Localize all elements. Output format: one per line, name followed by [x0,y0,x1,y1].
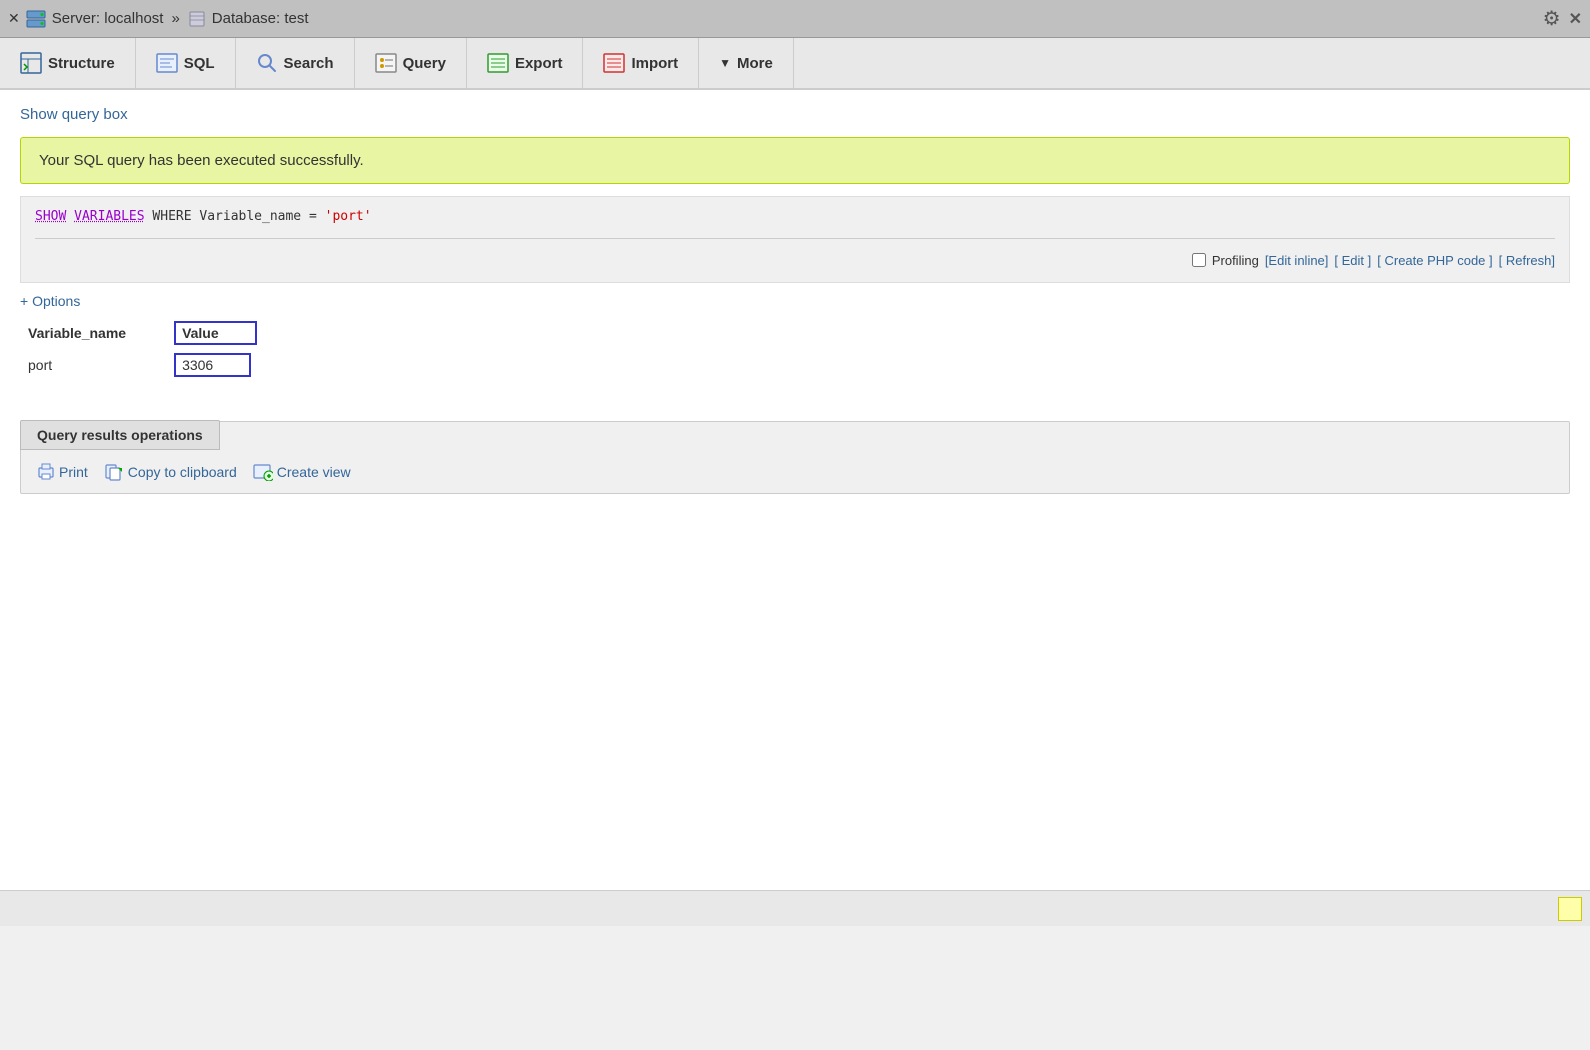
title-bar: ✕ Server: localhost » Database: test ⚙ ✕ [0,0,1590,38]
create-php-link[interactable]: [ Create PHP code ] [1377,253,1492,268]
tab-export[interactable]: Export [467,38,584,88]
print-link[interactable]: Print [37,463,88,481]
sql-display-area: SHOW VARIABLES WHERE Variable_name = 'po… [20,196,1570,283]
tab-more-label: More [737,55,773,72]
tab-more[interactable]: ▼ More [699,38,794,88]
title-bar-right: ⚙ ✕ [1543,6,1582,31]
tab-search-label: Search [284,55,334,72]
create-view-icon [253,463,273,481]
copy-clipboard-link[interactable]: Copy to clipboard [104,463,237,481]
profiling-row: Profiling [Edit inline] [ Edit ] [ Creat… [35,249,1555,268]
close-icon[interactable]: ✕ [8,10,20,27]
print-icon [37,463,55,481]
footer [0,890,1590,926]
title-bar-left: ✕ Server: localhost » Database: test [8,10,309,28]
table-row: port 3306 [20,349,297,381]
edit-inline-link[interactable]: [Edit inline] [1265,253,1329,268]
sql-port-string: 'port' [325,209,372,224]
db-icon [188,10,206,28]
gear-icon[interactable]: ⚙ [1543,6,1561,31]
query-tab-icon [375,52,397,74]
server-icon [26,10,46,28]
tab-sql[interactable]: SQL [136,38,236,88]
copy-icon [104,463,124,481]
edit-link[interactable]: [ Edit ] [1334,253,1371,268]
tab-search[interactable]: Search [236,38,355,88]
breadcrumb-separator: » [171,10,179,27]
profiling-label: Profiling [1212,253,1259,268]
query-results-operations: Query results operations Print Copy to c… [20,421,1570,494]
search-tab-icon [256,52,278,74]
tab-structure-label: Structure [48,55,115,72]
refresh-link[interactable]: [ Refresh] [1499,253,1555,268]
show-query-box-link[interactable]: Show query box [20,106,1570,123]
tab-query-label: Query [403,55,446,72]
col-variable-name-header: Variable_name [20,317,166,349]
results-table: Variable_name Value port 3306 [20,317,297,381]
success-message: Your SQL query has been executed success… [20,137,1570,184]
col-value-header: Value [166,317,297,349]
main-content: Show query box Your SQL query has been e… [0,90,1590,890]
db-label: Database: test [212,10,309,27]
import-tab-icon [603,52,625,74]
structure-tab-icon [20,52,42,74]
tab-export-label: Export [515,55,563,72]
sql-tab-icon [156,52,178,74]
tab-import[interactable]: Import [583,38,699,88]
table-header-row: Variable_name Value [20,317,297,349]
sql-variable-name-col: Variable_name [199,209,301,224]
more-dropdown-icon: ▼ [719,56,731,70]
cell-variable-name: port [20,349,166,381]
operations-title: Query results operations [20,420,220,450]
operations-body: Print Copy to clipboard Cre [21,451,1569,493]
tab-import-label: Import [631,55,678,72]
sql-code-block: SHOW VARIABLES WHERE Variable_name = 'po… [35,207,1555,239]
sql-equals: = [309,209,317,224]
sql-variables-keyword: VARIABLES [74,209,144,224]
create-view-link[interactable]: Create view [253,463,351,481]
tab-sql-label: SQL [184,55,215,72]
cell-value: 3306 [166,349,297,381]
server-label: Server: localhost [52,10,164,27]
sql-where-plain: WHERE [152,209,191,224]
options-link[interactable]: + Options [20,293,1570,309]
sql-show-keyword: SHOW [35,209,66,224]
profiling-checkbox[interactable] [1192,253,1206,267]
tab-structure[interactable]: Structure [0,38,136,88]
export-tab-icon [487,52,509,74]
note-icon [1558,897,1582,921]
tab-bar: Structure SQL Search Query [0,38,1590,90]
tab-query[interactable]: Query [355,38,467,88]
maximize-icon[interactable]: ✕ [1569,9,1582,29]
